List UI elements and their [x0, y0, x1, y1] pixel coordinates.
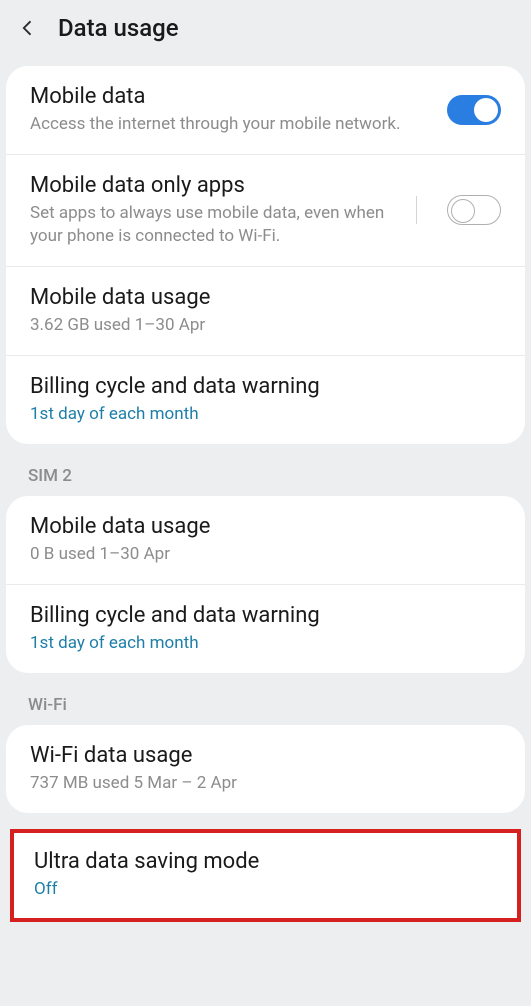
toggle-knob — [451, 199, 475, 223]
row-sim2-usage[interactable]: Mobile data usage 0 B used 1–30 Apr — [6, 496, 525, 585]
row-title: Mobile data usage — [30, 514, 501, 539]
row-title: Mobile data only apps — [30, 173, 416, 198]
back-icon[interactable] — [18, 18, 38, 38]
row-text: Billing cycle and data warning 1st day o… — [30, 603, 501, 655]
row-title: Wi-Fi data usage — [30, 743, 501, 768]
section-label-wifi: Wi-Fi — [0, 673, 531, 725]
row-text: Billing cycle and data warning 1st day o… — [30, 374, 501, 426]
row-title: Billing cycle and data warning — [30, 603, 501, 628]
row-subtitle: 737 MB used 5 Mar – 2 Apr — [30, 772, 501, 795]
toggle-wrap — [416, 195, 501, 225]
row-subtitle: 1st day of each month — [30, 403, 501, 426]
section-sim2: Mobile data usage 0 B used 1–30 Apr Bill… — [6, 496, 525, 673]
row-mobile-data-only-apps[interactable]: Mobile data only apps Set apps to always… — [6, 155, 525, 267]
row-subtitle: Access the internet through your mobile … — [30, 113, 433, 136]
toggle-knob — [474, 98, 498, 122]
row-mobile-data[interactable]: Mobile data Access the internet through … — [6, 66, 525, 155]
row-text: Mobile data Access the internet through … — [30, 84, 433, 136]
row-subtitle: 1st day of each month — [30, 632, 501, 655]
row-text: Mobile data usage 0 B used 1–30 Apr — [30, 514, 501, 566]
row-mobile-data-usage[interactable]: Mobile data usage 3.62 GB used 1–30 Apr — [6, 267, 525, 356]
row-ultra-data-saving[interactable]: Ultra data saving mode Off — [10, 829, 521, 923]
mobile-only-toggle[interactable] — [447, 195, 501, 225]
page-title: Data usage — [58, 14, 179, 42]
row-billing-cycle[interactable]: Billing cycle and data warning 1st day o… — [6, 356, 525, 444]
row-sim2-billing[interactable]: Billing cycle and data warning 1st day o… — [6, 585, 525, 673]
vertical-divider — [416, 196, 417, 224]
row-title: Mobile data usage — [30, 285, 501, 310]
row-subtitle: Off — [34, 878, 497, 901]
header: Data usage — [0, 0, 531, 56]
section-wifi: Wi-Fi data usage 737 MB used 5 Mar – 2 A… — [6, 725, 525, 813]
row-title: Mobile data — [30, 84, 433, 109]
row-text: Mobile data usage 3.62 GB used 1–30 Apr — [30, 285, 501, 337]
row-subtitle: 0 B used 1–30 Apr — [30, 543, 501, 566]
row-title: Ultra data saving mode — [34, 849, 497, 874]
row-wifi-usage[interactable]: Wi-Fi data usage 737 MB used 5 Mar – 2 A… — [6, 725, 525, 813]
row-subtitle: 3.62 GB used 1–30 Apr — [30, 314, 501, 337]
row-subtitle: Set apps to always use mobile data, even… — [30, 202, 416, 248]
mobile-data-toggle[interactable] — [447, 95, 501, 125]
section-main: Mobile data Access the internet through … — [6, 66, 525, 444]
row-text: Wi-Fi data usage 737 MB used 5 Mar – 2 A… — [30, 743, 501, 795]
row-text: Mobile data only apps Set apps to always… — [30, 173, 416, 248]
row-title: Billing cycle and data warning — [30, 374, 501, 399]
section-label-sim2: SIM 2 — [0, 444, 531, 496]
